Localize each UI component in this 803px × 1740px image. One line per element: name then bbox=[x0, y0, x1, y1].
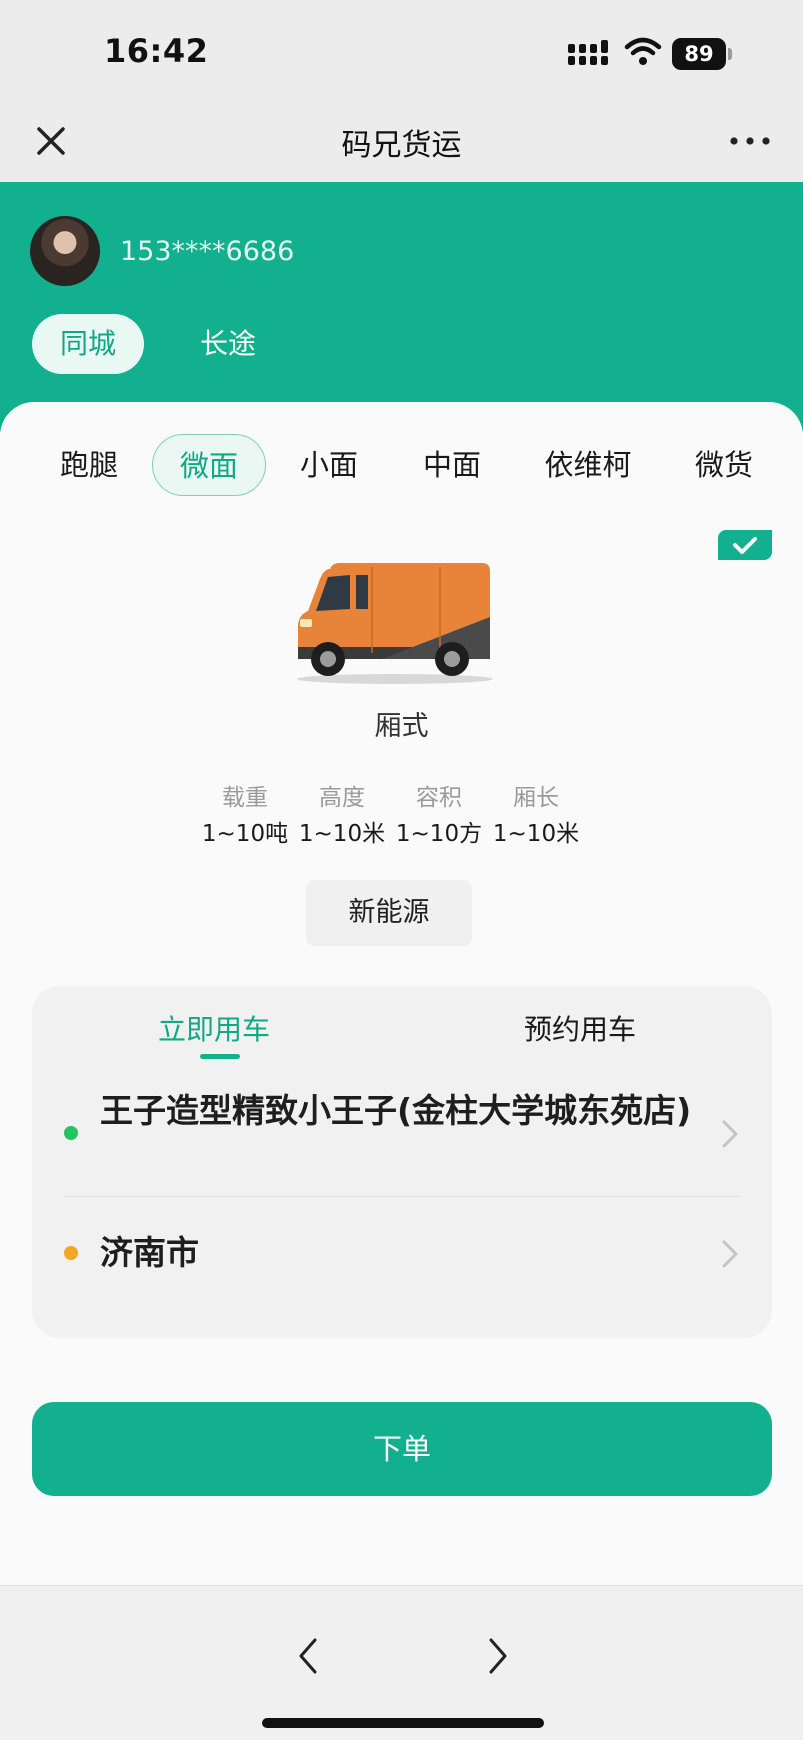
address-divider bbox=[64, 1196, 740, 1197]
place-order-button[interactable]: 下单 bbox=[32, 1402, 772, 1496]
page-title: 码兄货运 bbox=[341, 128, 462, 163]
vehicle-tab-medium-van[interactable]: 中面 bbox=[407, 434, 497, 496]
pickup-address-row[interactable]: 王子造型精致小王子(金柱大学城东苑店) bbox=[32, 1082, 772, 1192]
status-bar: 16:42 89 bbox=[0, 0, 803, 100]
booking-card: 立即用车 预约用车 王子造型精致小王子(金柱大学城东苑店) 济南市 bbox=[32, 986, 772, 1338]
spec-label-load: 载重 bbox=[222, 785, 268, 811]
forward-arrow-icon[interactable] bbox=[486, 1636, 510, 1676]
spec-value-length: 1~10米 bbox=[492, 821, 580, 847]
destination-dot-icon bbox=[64, 1246, 78, 1260]
spec-label-height: 高度 bbox=[319, 785, 365, 811]
tab-long-distance[interactable]: 长途 bbox=[172, 314, 284, 374]
tab-use-now[interactable]: 立即用车 bbox=[158, 1008, 270, 1048]
avatar[interactable] bbox=[30, 216, 100, 286]
wifi-icon bbox=[624, 37, 662, 65]
spec-value-load: 1~10吨 bbox=[201, 821, 289, 847]
spec-label-length: 厢长 bbox=[513, 785, 559, 811]
battery-level: 89 bbox=[672, 38, 726, 70]
vehicle-tab-micro-truck[interactable]: 微货 bbox=[678, 434, 770, 496]
bottom-toolbar bbox=[0, 1585, 803, 1740]
checkmark-icon bbox=[718, 530, 772, 560]
tab-reserve[interactable]: 预约用车 bbox=[524, 1008, 636, 1048]
status-time: 16:42 bbox=[104, 32, 209, 70]
chevron-right-icon bbox=[722, 1240, 738, 1268]
vehicle-tab-iveco[interactable]: 依维柯 bbox=[530, 434, 646, 496]
destination-address-row[interactable]: 济南市 bbox=[32, 1212, 772, 1292]
pickup-address: 王子造型精致小王子(金柱大学城东苑店) bbox=[100, 1091, 692, 1130]
vehicle-tab-errand[interactable]: 跑腿 bbox=[44, 434, 134, 496]
vehicle-tab-micro-van[interactable]: 微面 bbox=[152, 434, 266, 496]
spec-label-volume: 容积 bbox=[416, 785, 462, 811]
cellular-signal-icon bbox=[568, 40, 608, 65]
spec-value-height: 1~10米 bbox=[298, 821, 386, 847]
tab-city[interactable]: 同城 bbox=[32, 314, 144, 374]
van-image bbox=[297, 563, 493, 684]
vehicle-type-label: 厢式 bbox=[374, 711, 429, 742]
user-header: 153****6686 同城 长途 bbox=[0, 182, 803, 432]
back-arrow-icon[interactable] bbox=[296, 1636, 320, 1676]
pickup-dot-icon bbox=[64, 1126, 78, 1140]
nav-bar: 码兄货运 bbox=[0, 100, 803, 182]
vehicle-tab-small-van[interactable]: 小面 bbox=[284, 434, 374, 496]
spec-value-volume: 1~10方 bbox=[395, 821, 483, 847]
new-energy-button[interactable]: 新能源 bbox=[306, 880, 472, 946]
destination-address: 济南市 bbox=[100, 1233, 199, 1272]
battery-icon: 89 bbox=[672, 38, 732, 70]
user-phone: 153****6686 bbox=[120, 236, 295, 267]
more-options-icon[interactable] bbox=[726, 120, 774, 162]
chevron-right-icon bbox=[722, 1120, 738, 1148]
active-tab-indicator bbox=[200, 1054, 240, 1059]
home-indicator bbox=[262, 1718, 544, 1728]
